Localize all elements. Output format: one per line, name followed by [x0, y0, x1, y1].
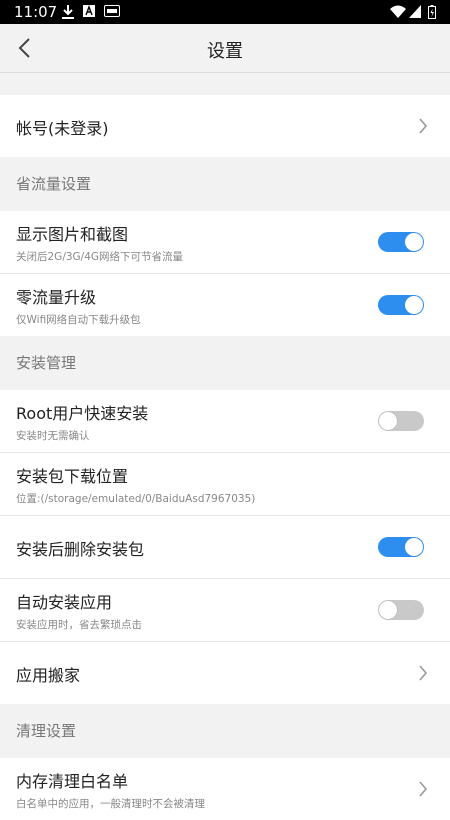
app-mover-row[interactable]: 应用搬家	[0, 642, 450, 704]
root-quick-install-row[interactable]: Root用户快速安装 安装时无需确认	[0, 390, 450, 453]
section-header-cleanup: 清理设置	[0, 704, 450, 758]
memory-whitelist-subtitle: 白名单中的应用，一般清理时不会被清理	[16, 798, 205, 810]
account-row[interactable]: 帐号(未登录)	[0, 95, 450, 157]
zero-traffic-upgrade-title: 零流量升级	[16, 288, 97, 307]
show-images-toggle[interactable]	[378, 232, 424, 252]
download-location-title: 安装包下载位置	[16, 467, 129, 486]
battery-icon	[428, 5, 436, 19]
zero-traffic-upgrade-subtitle: 仅Wifi网络自动下载升级包	[16, 314, 141, 326]
show-images-title: 显示图片和截图	[16, 225, 129, 244]
memory-whitelist-row[interactable]: 内存清理白名单 白名单中的应用，一般清理时不会被清理	[0, 758, 450, 820]
notification-badge-icon	[104, 5, 120, 17]
root-quick-install-toggle[interactable]	[378, 411, 424, 431]
delete-after-install-title: 安装后删除安装包	[16, 540, 145, 559]
signal-icon	[409, 5, 421, 18]
show-images-subtitle: 关闭后2G/3G/4G网络下可节省流量	[16, 251, 184, 263]
auto-install-title: 自动安装应用	[16, 593, 113, 612]
memory-whitelist-title: 内存清理白名单	[16, 772, 129, 791]
download-location-row[interactable]: 安装包下载位置 位置:(/storage/emulated/0/BaiduAsd…	[0, 453, 450, 516]
wifi-icon	[390, 5, 406, 18]
download-location-subtitle: 位置:(/storage/emulated/0/BaiduAsd7967035)	[16, 493, 256, 505]
section-header-data-saving: 省流量设置	[0, 157, 450, 211]
auto-install-toggle[interactable]	[378, 600, 424, 620]
chevron-right-icon	[419, 665, 428, 681]
zero-traffic-upgrade-toggle[interactable]	[378, 295, 424, 315]
account-label: 帐号(未登录)	[16, 119, 109, 138]
root-quick-install-title: Root用户快速安装	[16, 404, 149, 423]
chevron-right-icon	[419, 118, 428, 134]
page-title: 设置	[207, 41, 243, 62]
download-icon	[62, 5, 74, 19]
zero-traffic-upgrade-row[interactable]: 零流量升级 仅Wifi网络自动下载升级包	[0, 274, 450, 336]
app-mover-title: 应用搬家	[16, 666, 81, 685]
status-time: 11:07	[14, 3, 58, 21]
delete-after-install-toggle[interactable]	[378, 537, 424, 557]
root-quick-install-subtitle: 安装时无需确认	[16, 430, 90, 442]
a-icon	[83, 5, 95, 17]
settings-list: 帐号(未登录) 省流量设置 显示图片和截图 关闭后2G/3G/4G网络下可节省流…	[0, 73, 450, 820]
show-images-row[interactable]: 显示图片和截图 关闭后2G/3G/4G网络下可节省流量	[0, 211, 450, 274]
delete-after-install-row[interactable]: 安装后删除安装包	[0, 516, 450, 579]
app-bar: 设置	[0, 24, 450, 73]
chevron-right-icon	[419, 781, 428, 797]
auto-install-row[interactable]: 自动安装应用 安装应用时，省去繁琐点击	[0, 579, 450, 642]
section-header-install: 安装管理	[0, 336, 450, 390]
auto-install-subtitle: 安装应用时，省去繁琐点击	[16, 619, 142, 631]
status-bar: 11:07	[0, 0, 450, 24]
